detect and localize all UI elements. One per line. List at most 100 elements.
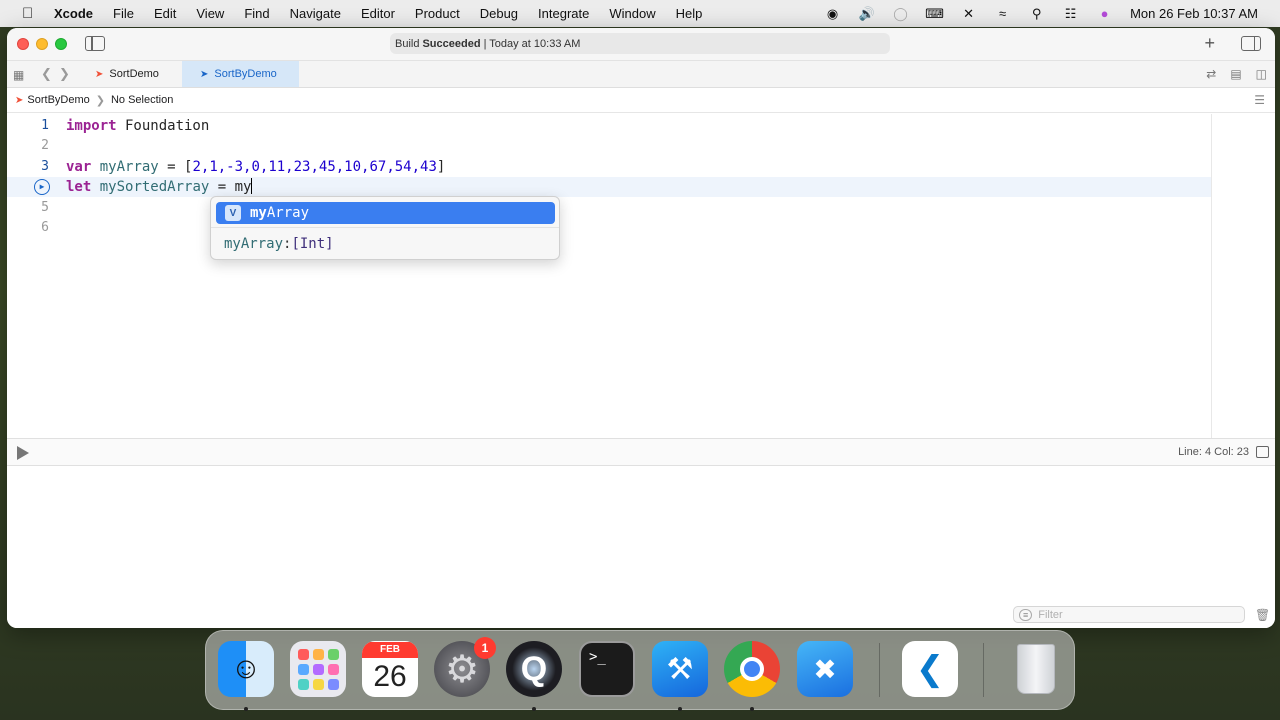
code-line[interactable]: 3 var myArray = [2,1,-3,0,11,23,45,10,67… — [7, 157, 1212, 177]
menu-window[interactable]: Window — [609, 6, 655, 21]
close-window-button[interactable] — [17, 38, 29, 50]
hide-debug-area-icon[interactable] — [1256, 446, 1269, 458]
completion-detail: myArray: [Int] — [211, 227, 559, 259]
add-library-icon[interactable]: + — [1204, 33, 1215, 54]
tab-sortbydemo[interactable]: ➤ SortByDemo — [182, 61, 299, 87]
calendar-day: 26 — [373, 660, 407, 693]
split-editor-icon[interactable]: ◫ — [1256, 67, 1267, 81]
dock-chrome-icon[interactable] — [724, 641, 780, 697]
code-line-current[interactable]: ▶ let mySortedArray = my — [7, 177, 1212, 197]
code-completion-popup: V myArray myArray: [Int] — [210, 196, 560, 260]
menu-navigate[interactable]: Navigate — [290, 6, 341, 21]
dock-separator — [879, 643, 880, 697]
window-toolbar: Build Succeeded | Today at 10:33 AM + — [7, 28, 1275, 61]
tab-sortdemo[interactable]: ➤ SortDemo — [77, 61, 182, 87]
console-filter-field[interactable]: ≡ Filter — [1013, 606, 1245, 623]
dock-simulator-icon[interactable]: ✖ — [797, 641, 853, 697]
bluetooth-off-icon[interactable]: ✕ — [960, 6, 977, 21]
notification-badge: 1 — [474, 637, 496, 659]
editor-tab-bar: ▦ ❮ ❯ ➤ SortDemo ➤ SortByDemo ⇄ ▤ ◫ — [7, 61, 1275, 88]
control-center-icon[interactable]: ☷ — [1062, 6, 1079, 21]
dock-calendar-icon[interactable]: FEB 26 — [362, 641, 418, 697]
siri-icon[interactable]: ● — [1096, 6, 1113, 21]
volume-icon[interactable]: 🔊 — [858, 6, 875, 21]
menu-app-xcode[interactable]: Xcode — [54, 6, 93, 21]
navigator-toggle-icon[interactable] — [85, 36, 105, 51]
completion-label: myArray — [250, 205, 310, 221]
line-number: 1 — [41, 118, 49, 133]
line-number: 5 — [41, 200, 49, 215]
code-line[interactable]: 5 — [7, 198, 1212, 218]
tab-label: SortDemo — [109, 68, 159, 80]
menu-integrate[interactable]: Integrate — [538, 6, 589, 21]
dock-finder-icon[interactable]: ☺ — [218, 641, 274, 697]
related-items-grid-icon[interactable]: ▦ — [13, 68, 24, 82]
dock-vscode-icon[interactable]: ❮ — [902, 641, 958, 697]
menu-debug[interactable]: Debug — [480, 6, 518, 21]
menu-editor[interactable]: Editor — [361, 6, 395, 21]
terminal-prompt: >_ — [589, 649, 606, 665]
dock-terminal-icon[interactable]: >_ — [579, 641, 635, 697]
build-status-prefix: Build — [395, 37, 420, 50]
finder-face-icon: ☺ — [230, 652, 262, 685]
dock-quicktime-icon[interactable]: Q — [506, 641, 562, 697]
menu-help[interactable]: Help — [676, 6, 703, 21]
minimize-window-button[interactable] — [36, 38, 48, 50]
editor-divider — [1211, 114, 1212, 438]
cursor-position: Line: 4 Col: 23 — [1178, 446, 1249, 458]
menu-view[interactable]: View — [196, 6, 224, 21]
activity-status-view[interactable]: Build Succeeded | Today at 10:33 AM — [390, 33, 890, 54]
menu-bar-status-area: ◉ 🔊 ◯ ⌨ ✕ ≈ ⚲ ☷ ● Mon 26 Feb 10:37 AM — [824, 0, 1258, 27]
xcode-window: Build Succeeded | Today at 10:33 AM + ▦ … — [7, 28, 1275, 628]
code-line[interactable]: 2 — [7, 136, 1212, 156]
menu-bar-clock[interactable]: Mon 26 Feb 10:37 AM — [1130, 6, 1258, 21]
code-line[interactable]: 6 — [7, 218, 1212, 238]
list-lines-icon[interactable]: ☰ — [1254, 93, 1265, 107]
chrome-center-icon — [740, 657, 764, 681]
execute-playground-icon[interactable] — [17, 446, 29, 460]
line-number: 3 — [41, 159, 49, 174]
jump-bar-file[interactable]: SortByDemo — [27, 94, 89, 106]
menu-find[interactable]: Find — [244, 6, 269, 21]
run-playground-icon[interactable]: ▶ — [34, 179, 50, 195]
line-number: 2 — [41, 138, 49, 153]
calendar-month: FEB — [362, 642, 418, 658]
spotlight-search-icon[interactable]: ⚲ — [1028, 6, 1045, 21]
tab-label: SortByDemo — [214, 68, 277, 80]
running-indicator — [750, 707, 754, 711]
quicktime-q-icon: Q — [520, 649, 548, 688]
apple-logo-icon[interactable]:  — [22, 5, 40, 22]
editor-options-icon[interactable]: ▤ — [1230, 67, 1241, 81]
dock-trash-icon[interactable] — [1008, 641, 1064, 697]
dock-separator — [983, 643, 984, 697]
code-line[interactable]: 1 import Foundation — [7, 116, 1212, 136]
inspector-toggle-icon[interactable] — [1241, 36, 1261, 51]
debug-bar: Line: 4 Col: 23 — [7, 438, 1275, 466]
code-text: let mySortedArray = my — [66, 178, 253, 195]
line-number: 6 — [41, 220, 49, 235]
dock-launchpad-icon[interactable] — [290, 641, 346, 697]
wifi-icon[interactable]: ≈ — [994, 6, 1011, 21]
source-editor[interactable]: 1 import Foundation 2 3 var myArray = [2… — [7, 114, 1212, 438]
gear-icon: ⚙ — [444, 648, 480, 691]
keyboard-input-icon[interactable]: ⌨ — [925, 6, 944, 21]
screen-record-icon[interactable]: ◉ — [824, 6, 841, 21]
completion-item-myarray[interactable]: V myArray — [216, 202, 555, 224]
menu-edit[interactable]: Edit — [154, 6, 176, 21]
chevron-right-icon[interactable]: ❯ — [59, 66, 70, 82]
variable-kind-icon: V — [225, 205, 241, 221]
clear-console-trash-icon[interactable]: 🗑 — [1255, 608, 1270, 622]
jump-bar: ➤ SortByDemo ❯ No Selection ☰ — [7, 88, 1275, 113]
app-store-build-icon: ✖ — [813, 653, 837, 685]
menu-bar:  Xcode File Edit View Find Navigate Edi… — [0, 0, 1280, 27]
debug-console[interactable] — [7, 466, 1275, 628]
filter-placeholder: Filter — [1038, 608, 1063, 621]
jump-bar-selection[interactable]: No Selection — [111, 94, 173, 106]
zoom-window-button[interactable] — [55, 38, 67, 50]
dock-xcode-icon[interactable]: ⚒ — [652, 641, 708, 697]
chevron-left-icon[interactable]: ❮ — [41, 66, 52, 82]
menu-file[interactable]: File — [113, 6, 134, 21]
menu-product[interactable]: Product — [415, 6, 460, 21]
refresh-canvas-icon[interactable]: ⇄ — [1206, 67, 1216, 81]
airplay-icon[interactable]: ◯ — [892, 6, 909, 21]
